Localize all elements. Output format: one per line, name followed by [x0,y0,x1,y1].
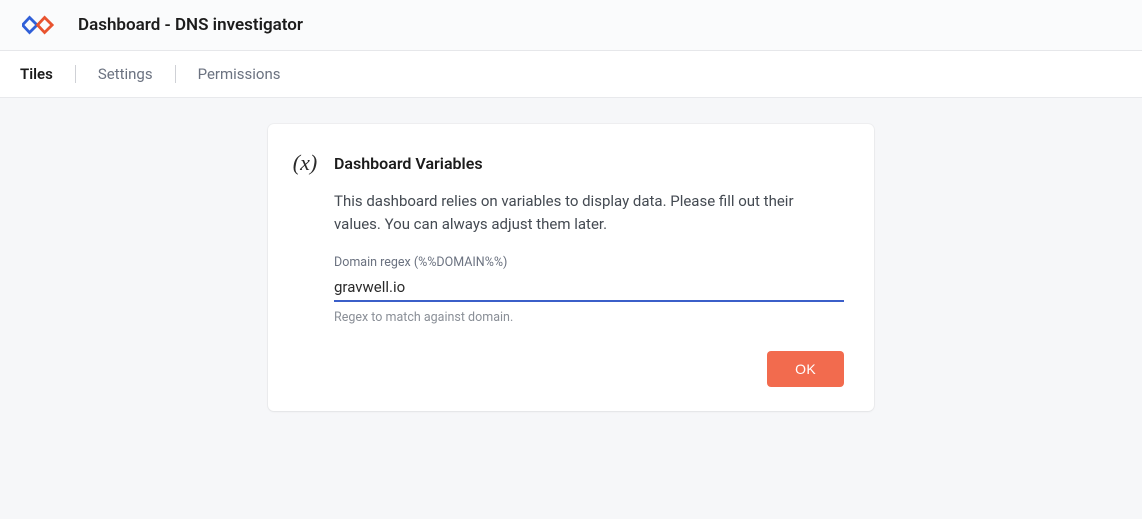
tab-divider [75,65,76,83]
dialog-actions: OK [290,351,844,387]
tab-bar: Tiles Settings Permissions [0,51,1142,98]
variable-icon: (x) [290,150,320,176]
dialog-title: Dashboard Variables [334,154,483,173]
domain-regex-label: Domain regex (%%DOMAIN%%) [334,255,844,270]
app-logo-icon [22,14,54,36]
tab-permissions[interactable]: Permissions [194,65,285,83]
domain-regex-input[interactable] [334,276,844,302]
dialog-body: This dashboard relies on variables to di… [290,190,844,325]
ok-button[interactable]: OK [767,351,844,387]
dialog-description: This dashboard relies on variables to di… [334,190,844,235]
content-area: (x) Dashboard Variables This dashboard r… [0,98,1142,411]
page-header: Dashboard - DNS investigator [0,0,1142,51]
variables-dialog: (x) Dashboard Variables This dashboard r… [268,124,874,411]
page-title: Dashboard - DNS investigator [78,15,303,35]
tab-tiles[interactable]: Tiles [16,65,57,83]
dialog-header: (x) Dashboard Variables [290,150,844,176]
tab-divider [175,65,176,83]
tab-settings[interactable]: Settings [94,65,157,83]
domain-regex-help: Regex to match against domain. [334,310,844,325]
